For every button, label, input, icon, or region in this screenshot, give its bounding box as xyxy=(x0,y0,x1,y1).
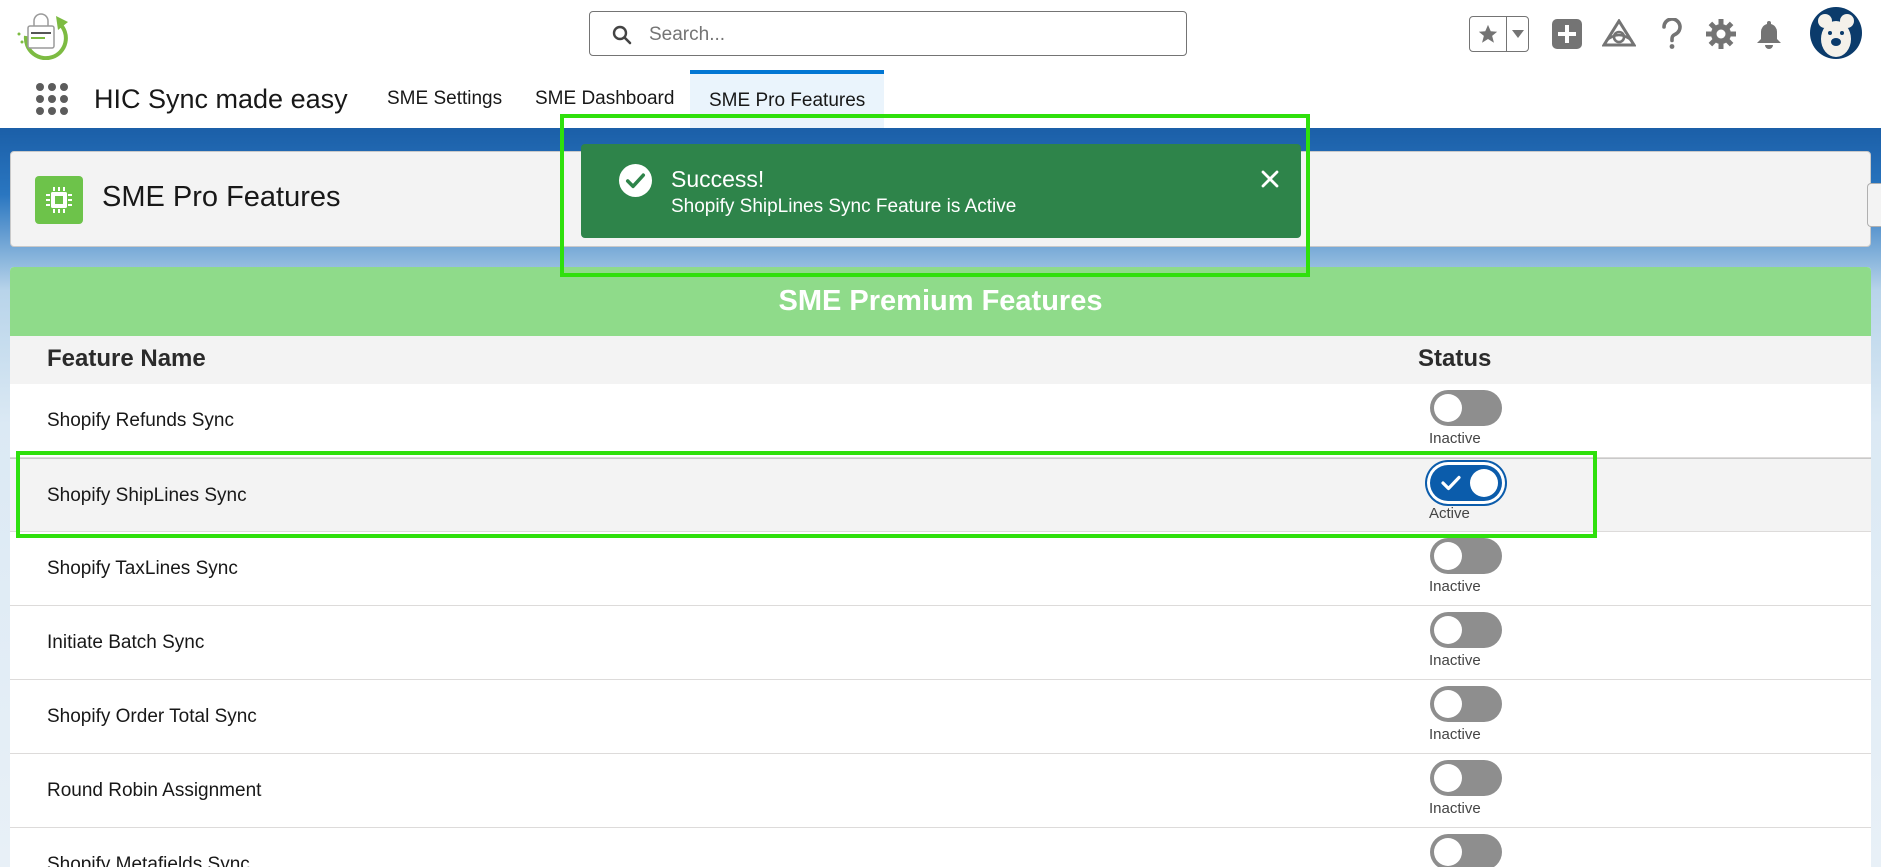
feature-name: Shopify TaxLines Sync xyxy=(47,558,238,579)
tab-sme-pro-features[interactable]: SME Pro Features xyxy=(690,70,885,128)
close-icon[interactable] xyxy=(1257,166,1283,192)
favorites-star-icon[interactable] xyxy=(1470,17,1507,51)
trailhead-icon[interactable] xyxy=(1601,16,1637,52)
features-banner: SME Premium Features xyxy=(10,267,1871,336)
tab-label: SME Settings xyxy=(387,88,503,109)
column-feature-name: Feature Name xyxy=(47,345,206,372)
toggle-knob xyxy=(1470,469,1498,497)
toast-message: Shopify ShipLines Sync Feature is Active xyxy=(671,196,1017,217)
setup-gear-icon[interactable] xyxy=(1703,16,1739,52)
chip-icon xyxy=(35,176,83,224)
column-status: Status xyxy=(1418,345,1492,372)
global-header xyxy=(0,0,1881,70)
page-title: SME Pro Features xyxy=(102,181,341,213)
feature-name: Shopify ShipLines Sync xyxy=(47,485,247,506)
feature-toggle[interactable] xyxy=(1430,465,1502,501)
table-row: Shopify Metafields Sync xyxy=(10,828,1871,867)
tab-sme-dashboard[interactable]: SME Dashboard xyxy=(516,70,693,128)
feature-name: Initiate Batch Sync xyxy=(47,632,205,653)
toggle-knob xyxy=(1434,616,1462,644)
user-avatar[interactable] xyxy=(1810,7,1862,59)
tab-label: SME Dashboard xyxy=(535,88,675,109)
tab-label: SME Pro Features xyxy=(709,90,866,111)
premium-features-card: SME Premium Features Feature Name Status… xyxy=(10,267,1871,867)
notifications-bell-icon[interactable] xyxy=(1751,16,1787,52)
feature-toggle[interactable] xyxy=(1430,538,1502,574)
table-row: Shopify Refunds Sync Inactive xyxy=(10,384,1871,458)
table-row: Shopify TaxLines Sync Inactive xyxy=(10,532,1871,606)
success-toast: Success! Shopify ShipLines Sync Feature … xyxy=(581,144,1301,238)
table-header: Feature Name Status xyxy=(10,336,1871,385)
success-check-icon xyxy=(618,163,653,198)
table-row: Shopify ShipLines Sync Active xyxy=(10,458,1871,532)
table-row: Initiate Batch Sync Inactive xyxy=(10,606,1871,680)
global-search[interactable] xyxy=(589,11,1187,56)
feature-toggle[interactable] xyxy=(1430,760,1502,796)
tab-sme-settings[interactable]: SME Settings xyxy=(368,70,521,128)
check-icon xyxy=(1441,475,1461,491)
status-label: Inactive xyxy=(1429,652,1481,669)
app-navigation-bar: HIC Sync made easy SME Settings SME Dash… xyxy=(0,70,1881,128)
toggle-knob xyxy=(1434,690,1462,718)
feature-name: Round Robin Assignment xyxy=(47,780,262,801)
toggle-knob xyxy=(1434,394,1462,422)
help-icon[interactable] xyxy=(1654,16,1690,52)
status-label: Inactive xyxy=(1429,430,1481,447)
table-row: Round Robin Assignment Inactive xyxy=(10,754,1871,828)
feature-toggle[interactable] xyxy=(1430,686,1502,722)
toggle-knob xyxy=(1434,542,1462,570)
table-row: Shopify Order Total Sync Inactive xyxy=(10,680,1871,754)
favorites-caret-icon[interactable] xyxy=(1507,17,1528,51)
global-add-icon[interactable] xyxy=(1549,16,1585,52)
favorites-button-group[interactable] xyxy=(1469,16,1529,52)
toggle-knob xyxy=(1434,838,1462,866)
feature-toggle[interactable] xyxy=(1430,834,1502,867)
feature-toggle[interactable] xyxy=(1430,612,1502,648)
status-label: Inactive xyxy=(1429,800,1481,817)
search-icon xyxy=(612,25,632,45)
side-panel-handle[interactable] xyxy=(1867,183,1881,227)
app-launcher-icon[interactable] xyxy=(34,81,70,117)
sync-made-easy-logo-icon[interactable] xyxy=(16,12,76,61)
feature-name: Shopify Refunds Sync xyxy=(47,410,234,431)
feature-toggle[interactable] xyxy=(1430,390,1502,426)
search-input[interactable] xyxy=(647,20,1171,49)
status-label: Inactive xyxy=(1429,578,1481,595)
feature-name: Shopify Order Total Sync xyxy=(47,706,257,727)
toast-title: Success! xyxy=(671,166,765,192)
bear-avatar-icon xyxy=(1818,14,1854,57)
toggle-knob xyxy=(1434,764,1462,792)
status-label: Inactive xyxy=(1429,726,1481,743)
status-label: Active xyxy=(1429,505,1470,522)
feature-name: Shopify Metafields Sync xyxy=(47,854,250,867)
app-name: HIC Sync made easy xyxy=(94,84,348,114)
